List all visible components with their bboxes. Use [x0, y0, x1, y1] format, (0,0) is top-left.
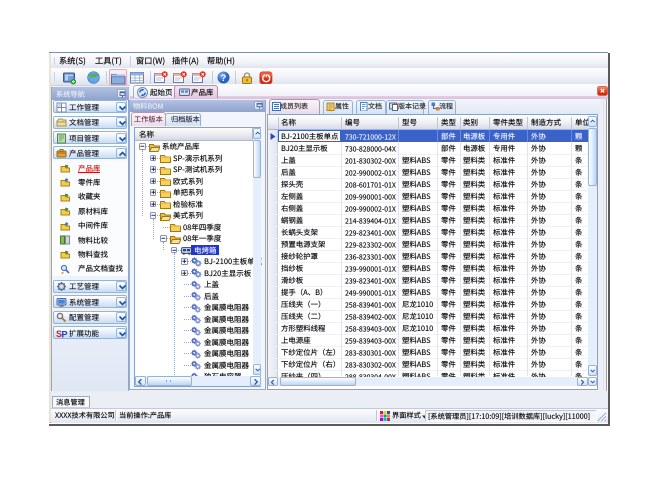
svg-text:P: P	[61, 329, 67, 339]
svg-text:?: ?	[221, 73, 227, 83]
